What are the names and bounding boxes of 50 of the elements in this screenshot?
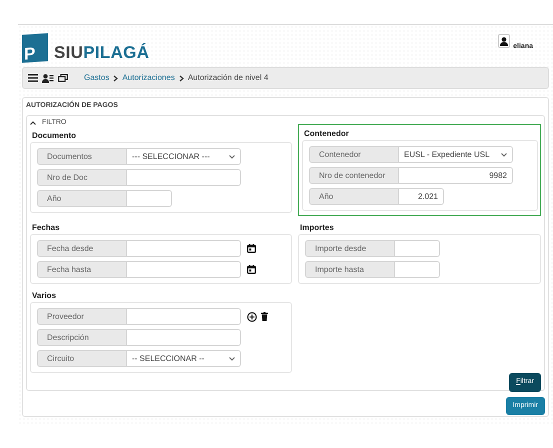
field-label: Circuito [37, 350, 127, 367]
calendar-icon[interactable] [247, 265, 256, 274]
field-label: Contenedor [309, 146, 399, 163]
input-field[interactable] [127, 261, 241, 278]
field-label: Importe hasta [305, 261, 395, 278]
delete-icon[interactable] [261, 312, 268, 321]
breadcrumb-link[interactable]: Gastos [84, 72, 110, 84]
input-field[interactable] [127, 169, 241, 186]
select-field[interactable]: EUSL - Expediente USL [399, 146, 513, 163]
input-field[interactable] [127, 329, 241, 346]
field-label: Proveedor [37, 308, 127, 325]
chevron-up-icon[interactable] [30, 120, 36, 125]
group-legend: Documento [30, 130, 292, 142]
field-label: Importe desde [305, 240, 395, 257]
field-label: Fecha desde [37, 240, 127, 257]
input-field[interactable] [395, 261, 440, 278]
caret-icon [229, 154, 235, 158]
calendar-icon[interactable] [247, 244, 256, 253]
user-list-icon[interactable] [42, 74, 54, 82]
field-label: Descripción [37, 329, 127, 346]
group-legend: Importes [298, 222, 541, 234]
breadcrumb-current: Autorización de nivel 4 [188, 72, 268, 84]
group-legend: Varios [30, 290, 292, 302]
add-icon[interactable] [247, 312, 257, 322]
caret-icon [229, 356, 235, 360]
input-field[interactable]: 9982 [399, 167, 513, 184]
breadcrumb-link[interactable]: Autorizaciones [122, 72, 175, 84]
field-label: Documentos [37, 148, 127, 165]
menu-icon[interactable] [28, 74, 38, 82]
chevron-icon [113, 74, 118, 82]
select-field[interactable]: --- SELECCIONAR --- [127, 148, 241, 165]
field-label: Nro de Doc [37, 169, 127, 186]
input-field[interactable] [127, 190, 172, 207]
logo-text: SIUPILAGÁ [54, 42, 150, 64]
group-legend: Contenedor [302, 128, 538, 140]
input-field[interactable] [127, 308, 241, 325]
chevron-icon [178, 74, 184, 82]
field-label: Fecha hasta [37, 261, 127, 278]
windows-icon[interactable] [58, 74, 68, 82]
user-icon[interactable] [498, 34, 510, 48]
input-field[interactable]: 2.021 [399, 188, 444, 205]
logo-mark: P [22, 33, 48, 63]
field-label: Nro de contenedor [309, 167, 399, 184]
input-field[interactable] [127, 240, 241, 257]
field-label: Año [37, 190, 127, 207]
caret-icon [501, 152, 507, 156]
group-legend: Fechas [30, 222, 292, 234]
select-field[interactable]: -- SELECCIONAR -- [127, 350, 241, 367]
field-label: Año [309, 188, 399, 205]
input-field[interactable] [395, 240, 440, 257]
